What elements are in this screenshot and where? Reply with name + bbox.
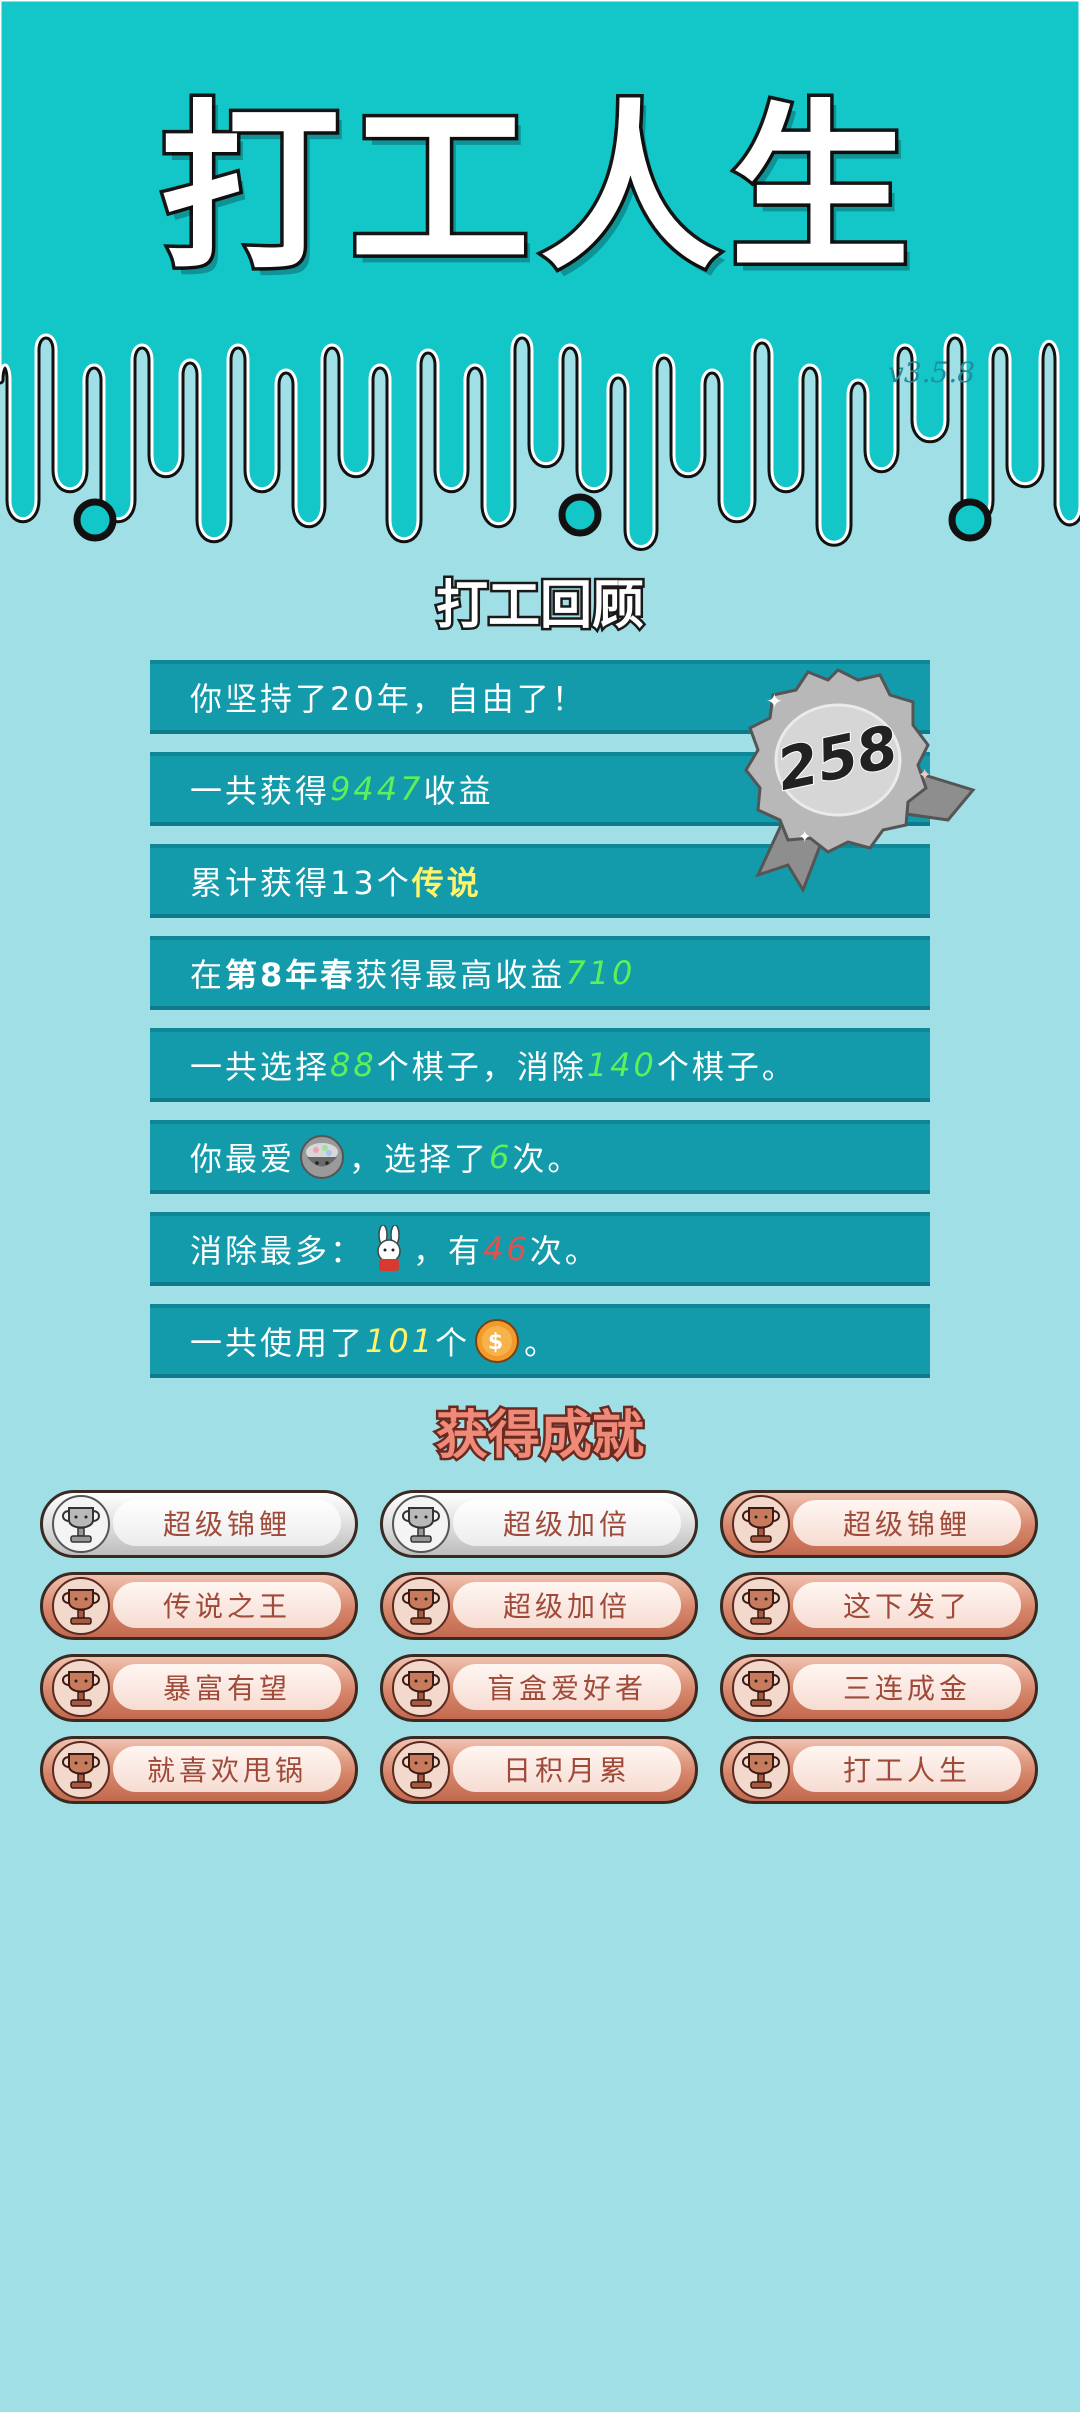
bronze-trophy-icon xyxy=(52,1741,110,1799)
stat-value: 46 xyxy=(483,1230,530,1268)
review-title: 打工回顾 xyxy=(433,576,646,636)
stat-text: 你最爱 xyxy=(190,1140,296,1178)
achievement-label: 超级加倍 xyxy=(453,1500,681,1546)
achievement-label: 这下发了 xyxy=(793,1582,1021,1628)
stat-value: 6 xyxy=(489,1138,513,1176)
svg-text:✦: ✦ xyxy=(798,827,811,846)
stat-text: 在 xyxy=(190,956,226,994)
achievement-badge[interactable]: 三连成金 xyxy=(720,1654,1038,1722)
bronze-trophy-icon xyxy=(392,1577,450,1635)
stat-text: 。 xyxy=(524,1324,560,1362)
stat-value: 88 xyxy=(330,1046,377,1084)
achievement-badge[interactable]: 暴富有望 xyxy=(40,1654,358,1722)
svg-text:✦: ✦ xyxy=(766,689,783,713)
stat-value: 101 xyxy=(365,1322,436,1360)
stat-row-favorite: 你最爱 ，选择了 6 次。 xyxy=(150,1120,930,1194)
achievement-label: 暴富有望 xyxy=(113,1664,341,1710)
stat-text: 一共使用了 xyxy=(190,1324,366,1362)
achievement-label: 超级加倍 xyxy=(453,1582,681,1628)
stat-text: 获得最高收益 xyxy=(355,956,566,994)
stat-season: 第8年春 xyxy=(225,956,356,994)
stat-text: 消除最多： xyxy=(190,1232,366,1270)
stat-value: 710 xyxy=(565,954,636,992)
bronze-trophy-icon xyxy=(52,1659,110,1717)
game-title: 打工人生 xyxy=(156,85,920,294)
achievement-badge[interactable]: 这下发了 xyxy=(720,1572,1038,1640)
stat-text: 个 xyxy=(435,1324,471,1362)
bronze-trophy-icon xyxy=(52,1577,110,1635)
achievement-label: 就喜欢甩锅 xyxy=(113,1746,341,1792)
achievement-badge[interactable]: 打工人生 xyxy=(720,1736,1038,1804)
achievement-label: 传说之王 xyxy=(113,1582,341,1628)
rice-bowl-icon xyxy=(300,1135,345,1179)
score-badge: 258 ✦ ✦ ✦ xyxy=(744,668,976,894)
stat-row-most-eliminated: 消除最多： ，有 46 次。 xyxy=(150,1212,930,1286)
achievement-label: 盲盒爱好者 xyxy=(453,1664,681,1710)
stat-row-coins-used: 一共使用了 101 个 $ 。 xyxy=(150,1304,930,1378)
achievements-title: 获得成就 xyxy=(433,1406,646,1466)
stat-text: 累计获得13个 xyxy=(190,864,412,902)
achievement-label: 打工人生 xyxy=(793,1746,1021,1792)
achievement-badge[interactable]: 传说之王 xyxy=(40,1572,358,1640)
achievements-grid: 超级锦鲤 超级加倍 超级锦鲤 传说之王 超级加倍 这下发了 暴富有望 盲盒爱好者… xyxy=(40,1490,1040,1820)
header: 打工人生 v3.5.8 xyxy=(0,0,1080,560)
bronze-trophy-icon xyxy=(732,1659,790,1717)
stat-row-pieces: 一共选择 88 个棋子，消除 140 个棋子。 xyxy=(150,1028,930,1102)
bronze-trophy-icon xyxy=(392,1741,450,1799)
coin-icon: $ xyxy=(475,1319,520,1363)
stat-text: 你坚持了20年，自由了！ xyxy=(190,680,587,718)
bronze-trophy-icon xyxy=(732,1741,790,1799)
rabbit-icon xyxy=(377,1225,401,1271)
achievement-label: 超级锦鲤 xyxy=(793,1500,1021,1546)
achievement-badge[interactable]: 超级锦鲤 xyxy=(40,1490,358,1558)
bronze-trophy-icon xyxy=(392,1659,450,1717)
stat-text: 次。 xyxy=(512,1140,583,1178)
stat-value-2: 140 xyxy=(586,1046,657,1084)
stat-text: ，选择了 xyxy=(349,1140,490,1178)
stat-text: 个棋子。 xyxy=(656,1048,797,1086)
achievement-badge[interactable]: 盲盒爱好者 xyxy=(380,1654,698,1722)
achievement-label: 超级锦鲤 xyxy=(113,1500,341,1546)
bronze-trophy-icon xyxy=(732,1495,790,1553)
stat-text: 个棋子，消除 xyxy=(376,1048,587,1086)
achievement-badge[interactable]: 超级加倍 xyxy=(380,1572,698,1640)
achievement-badge[interactable]: 超级加倍 xyxy=(380,1490,698,1558)
achievement-badge[interactable]: 就喜欢甩锅 xyxy=(40,1736,358,1804)
stat-text: 次。 xyxy=(529,1232,600,1270)
svg-text:✦: ✦ xyxy=(918,765,931,784)
stat-row-best-income: 在 第8年春 获得最高收益 710 xyxy=(150,936,930,1010)
achievement-label: 日积月累 xyxy=(453,1746,681,1792)
achievement-badge[interactable]: 超级锦鲤 xyxy=(720,1490,1038,1558)
achievement-label: 三连成金 xyxy=(793,1664,1021,1710)
stat-value: 传说 xyxy=(411,864,482,902)
silver-trophy-icon xyxy=(52,1495,110,1553)
svg-text:$: $ xyxy=(488,1330,506,1355)
version-label: v3.5.8 xyxy=(888,356,976,389)
achievement-badge[interactable]: 日积月累 xyxy=(380,1736,698,1804)
bronze-trophy-icon xyxy=(732,1577,790,1635)
silver-trophy-icon xyxy=(392,1495,450,1553)
stat-text: ，有 xyxy=(413,1232,484,1270)
stat-text: 一共获得 xyxy=(190,772,331,810)
stat-text: 收益 xyxy=(423,772,494,810)
stat-value: 9447 xyxy=(330,770,424,808)
stat-text: 一共选择 xyxy=(190,1048,331,1086)
